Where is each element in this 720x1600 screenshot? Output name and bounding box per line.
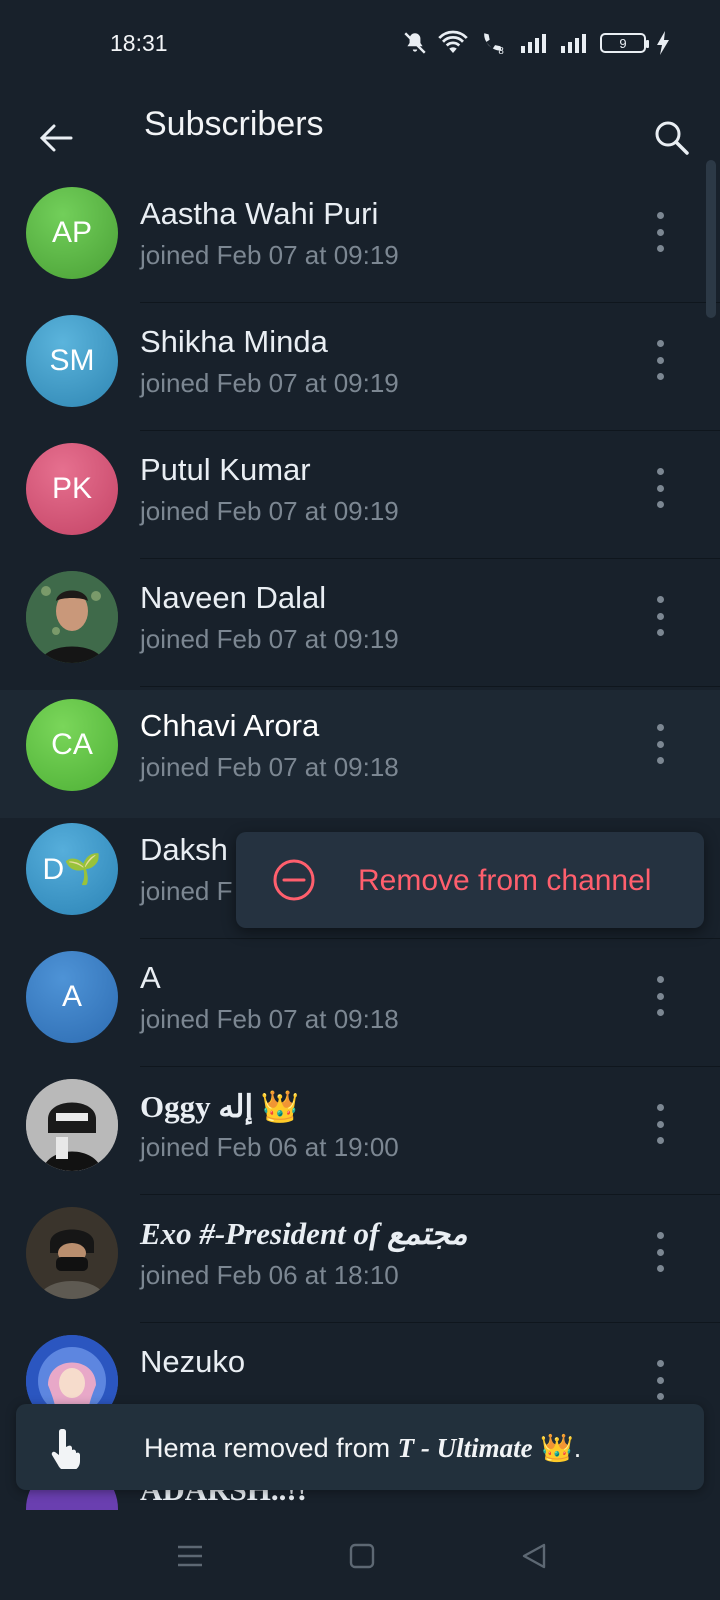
divider [140, 302, 720, 303]
list-item[interactable]: SM Shikha Minda joined Feb 07 at 09:19 [0, 310, 720, 438]
page-title: Subscribers [144, 105, 324, 143]
list-item-selected[interactable]: CA Chhavi Arora joined Feb 07 at 09:18 [0, 690, 720, 818]
avatar-initials: SM [49, 344, 95, 377]
subscriber-name: Aastha Wahi Puri [140, 196, 379, 231]
back-triangle-icon [522, 1543, 546, 1569]
more-options-icon[interactable] [648, 1104, 672, 1144]
subscriber-status: joined Feb 07 at 09:19 [140, 240, 399, 270]
list-item[interactable]: Oggy إله 👑 joined Feb 06 at 19:00 [0, 1074, 720, 1202]
more-options-icon[interactable] [648, 1232, 672, 1272]
back-arrow-icon [39, 124, 73, 152]
system-nav-bar [0, 1510, 720, 1600]
toast-channel-name: T - Ultimate [397, 1433, 533, 1463]
signal-icon [561, 34, 586, 53]
subscriber-status: joined Feb 07 at 09:18 [140, 1004, 399, 1034]
divider [140, 686, 720, 687]
charging-icon [657, 31, 669, 55]
search-icon [655, 121, 689, 155]
avatar-initials: AP [51, 216, 93, 249]
more-options-icon[interactable] [648, 212, 672, 252]
battery-icon: 9 [600, 33, 649, 53]
more-options-icon[interactable] [648, 724, 672, 764]
battery-level: 9 [619, 35, 627, 51]
more-options-icon[interactable] [648, 596, 672, 636]
back-button[interactable] [30, 112, 82, 164]
more-options-icon[interactable] [648, 340, 672, 380]
avatar: D🌱 [26, 823, 118, 915]
wifi-icon [438, 30, 468, 53]
subscriber-name: Chhavi Arora [140, 708, 320, 743]
status-time: 18:31 [110, 30, 168, 56]
home-square-icon [349, 1543, 375, 1569]
mute-icon [404, 32, 426, 54]
scrollbar[interactable] [706, 160, 716, 318]
avatar-photo [26, 1207, 118, 1299]
avatar-photo [26, 1079, 118, 1171]
avatar-initials: PK [51, 472, 93, 505]
more-options-icon[interactable] [648, 1360, 672, 1400]
app-bar [0, 92, 720, 182]
subscriber-status: joined F [140, 876, 233, 906]
subscriber-status: joined Feb 06 at 18:10 [140, 1260, 399, 1290]
subscriber-status: joined Feb 07 at 09:19 [140, 368, 399, 398]
more-options-icon[interactable] [648, 468, 672, 508]
list-item[interactable]: Naveen Dalal joined Feb 07 at 09:19 [0, 566, 720, 694]
avatar-initials: CA [51, 728, 93, 761]
subscriber-name: A [140, 960, 161, 995]
avatar: SM [26, 315, 118, 407]
status-icons: 8 9 [402, 30, 670, 56]
volte-call-icon: 8 [484, 33, 504, 56]
system-back-button[interactable] [510, 1532, 558, 1580]
divider [140, 938, 720, 939]
avatar: AP [26, 187, 118, 279]
remove-from-channel-menu-item[interactable]: Remove from channel [358, 864, 651, 898]
more-options-icon[interactable] [648, 976, 672, 1016]
divider [140, 430, 720, 431]
list-item[interactable]: Exo #-President of مجتمع joined Feb 06 a… [0, 1202, 720, 1330]
subscriber-name: Naveen Dalal [140, 580, 327, 615]
toast-user-name: Hema [144, 1433, 217, 1463]
subscriber-name: Putul Kumar [140, 452, 311, 487]
context-menu: Remove from channel [236, 832, 704, 928]
search-button[interactable] [644, 110, 700, 166]
toast-text: removed from [216, 1433, 398, 1463]
avatar-initials: A [61, 980, 82, 1013]
status-bar: 18:31 8 9 [0, 0, 720, 92]
masked-person-photo-icon [26, 1079, 118, 1171]
list-item[interactable]: A A joined Feb 07 at 09:18 [0, 946, 720, 1074]
avatar: A [26, 951, 118, 1043]
list-item[interactable]: AP Aastha Wahi Puri joined Feb 07 at 09:… [0, 182, 720, 310]
menu-button[interactable] [166, 1532, 214, 1580]
avatar: CA [26, 699, 118, 791]
subscriber-name: Oggy إله 👑 [140, 1089, 300, 1124]
toast-message: Hema removed from T - Ultimate 👑. [144, 1432, 581, 1464]
subscriber-status: joined Feb 07 at 09:18 [140, 752, 399, 782]
subscriber-name: Shikha Minda [140, 324, 328, 359]
subscriber-status: joined Feb 07 at 09:19 [140, 624, 399, 654]
list-item[interactable]: PK Putul Kumar joined Feb 07 at 09:19 [0, 438, 720, 566]
remove-circle-icon [273, 859, 315, 901]
subscriber-status: joined Feb 06 at 19:00 [140, 1132, 399, 1162]
home-button[interactable] [338, 1532, 386, 1580]
menu-icon [178, 1545, 202, 1567]
avatar-initials: D🌱 [42, 852, 102, 886]
divider [140, 558, 720, 559]
toast-notification: Hema removed from T - Ultimate 👑. [16, 1404, 704, 1490]
subscriber-name: Daksh [140, 832, 228, 867]
divider [140, 1066, 720, 1067]
subscriber-name: Nezuko [140, 1344, 246, 1379]
svg-text:8: 8 [498, 46, 503, 56]
avatar: PK [26, 443, 118, 535]
hand-pointing-icon [46, 1422, 96, 1472]
divider [140, 1194, 720, 1195]
subscriber-name: Exo #-President of مجتمع [140, 1216, 468, 1251]
divider [140, 1322, 720, 1323]
masked-person-photo-icon [26, 1207, 118, 1299]
subscriber-status: joined Feb 07 at 09:19 [140, 496, 399, 526]
signal-icon [521, 34, 546, 53]
person-photo-icon [26, 571, 118, 663]
toast-suffix: 👑. [532, 1433, 582, 1463]
avatar-photo [26, 571, 118, 663]
